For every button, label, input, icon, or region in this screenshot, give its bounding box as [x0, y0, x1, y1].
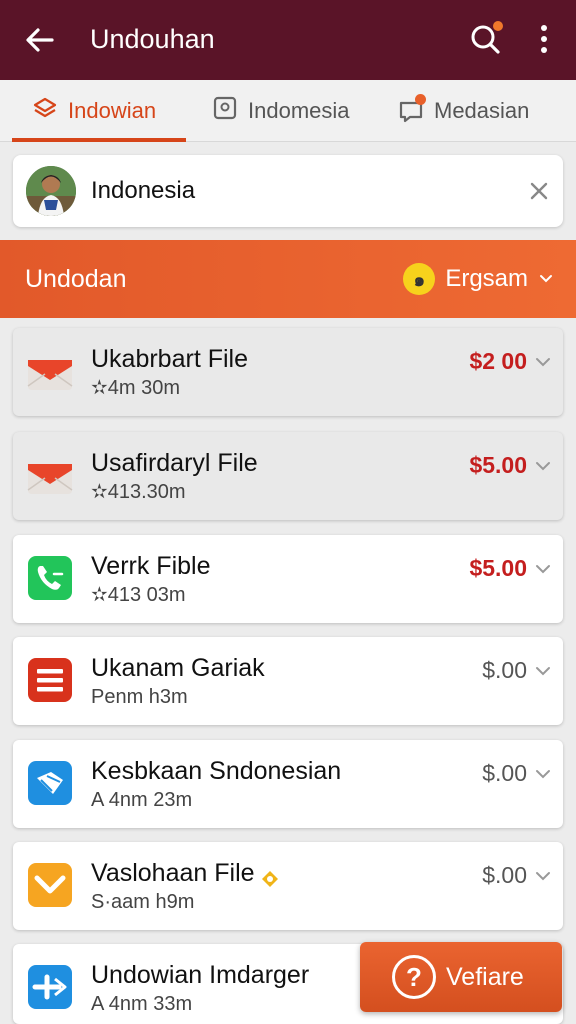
filter-dropdown[interactable]: ๑ Ergsam: [403, 262, 554, 296]
item-price: $5.00: [469, 555, 527, 581]
search-input[interactable]: Indonesia: [91, 177, 195, 205]
list-item[interactable]: Ukanam Gariak Penm h3m $.00: [13, 637, 563, 725]
verify-button[interactable]: ? Vefiare: [360, 942, 562, 1012]
layers-icon: [32, 95, 58, 127]
list-item[interactable]: Usafirdaryl File ✫413.30m $5.00: [13, 432, 563, 520]
chevron-down-icon[interactable]: [533, 456, 553, 476]
item-meta: ✫4m 30m: [91, 377, 181, 399]
tab-label: Indomesia: [248, 98, 350, 123]
send-icon: [25, 962, 75, 1012]
item-meta: S·aam h9m: [91, 891, 195, 913]
chevron-box-icon: [25, 860, 75, 910]
image-icon: [212, 95, 238, 127]
coin-icon: ๑: [403, 263, 436, 295]
avatar: [26, 166, 76, 216]
back-arrow-icon[interactable]: [22, 22, 58, 58]
tab-medasian[interactable]: Medasian: [398, 80, 568, 142]
list-item[interactable]: Verrk Fible ✫413 03m $5.00: [13, 535, 563, 623]
list-item[interactable]: Kesbkaan Sndonesian A 4nm 23m $.00: [13, 740, 563, 828]
item-name: Undowian Imdarger: [91, 961, 310, 989]
badge-icon: [261, 865, 279, 888]
chevron-down-icon[interactable]: [533, 866, 553, 886]
tab-indowian[interactable]: Indowian: [12, 80, 186, 142]
list-item[interactable]: Ukabrbart File ✫4m 30m $2 00: [13, 328, 563, 416]
clear-icon[interactable]: [525, 177, 553, 205]
phone-icon: [25, 553, 75, 603]
notification-dot: [492, 20, 504, 32]
item-name: Usafirdaryl File: [91, 449, 258, 477]
tab-label: Indowian: [68, 98, 157, 123]
active-tab-indicator: [12, 138, 186, 142]
more-vertical-icon[interactable]: [530, 22, 558, 56]
tab-label: Medasian: [434, 98, 530, 123]
section-banner: Undodan ๑ Ergsam: [0, 240, 576, 318]
list-item[interactable]: Vaslohaan File S·aam h9m $.00: [13, 842, 563, 930]
item-price: $.00: [482, 760, 527, 786]
search-field[interactable]: Indonesia: [13, 155, 563, 227]
item-name: Verrk Fible: [91, 552, 211, 580]
item-meta: A 4nm 33m: [91, 993, 193, 1015]
chevron-down-icon[interactable]: [533, 764, 553, 784]
mail-open-icon: [25, 758, 75, 808]
item-name: Ukanam Gariak: [91, 654, 265, 682]
tab-indomesia[interactable]: Indomesia: [212, 80, 372, 142]
help-icon: ?: [392, 955, 436, 999]
chat-icon: [398, 94, 426, 124]
banner-title: Undodan: [25, 265, 127, 293]
chevron-down-icon[interactable]: [533, 352, 553, 372]
tab-bar: Indowian Indomesia Medasian: [0, 80, 576, 142]
item-price: $.00: [482, 862, 527, 888]
chevron-down-icon[interactable]: [533, 661, 553, 681]
item-meta: Penm h3m: [91, 686, 188, 708]
item-price: $2 00: [469, 348, 527, 374]
verify-button-label: Vefiare: [446, 963, 524, 991]
item-name: Vaslohaan File: [91, 858, 279, 888]
page-title: Undouhan: [90, 24, 215, 54]
item-name: Ukabrbart File: [91, 345, 248, 373]
search-icon[interactable]: [466, 20, 504, 58]
item-meta: ✫413 03m: [91, 584, 186, 606]
filter-label: Ergsam: [445, 265, 528, 292]
item-name: Kesbkaan Sndonesian: [91, 757, 342, 785]
item-price: $.00: [482, 657, 527, 683]
mail-icon: [25, 450, 75, 500]
item-price: $5.00: [469, 452, 527, 478]
mail-icon: [25, 346, 75, 396]
chevron-down-icon: [540, 275, 552, 283]
item-meta: A 4nm 23m: [91, 789, 193, 811]
item-meta: ✫413.30m: [91, 481, 186, 503]
app-bar: Undouhan: [0, 0, 576, 80]
list-icon: [25, 655, 75, 705]
chevron-down-icon[interactable]: [533, 559, 553, 579]
